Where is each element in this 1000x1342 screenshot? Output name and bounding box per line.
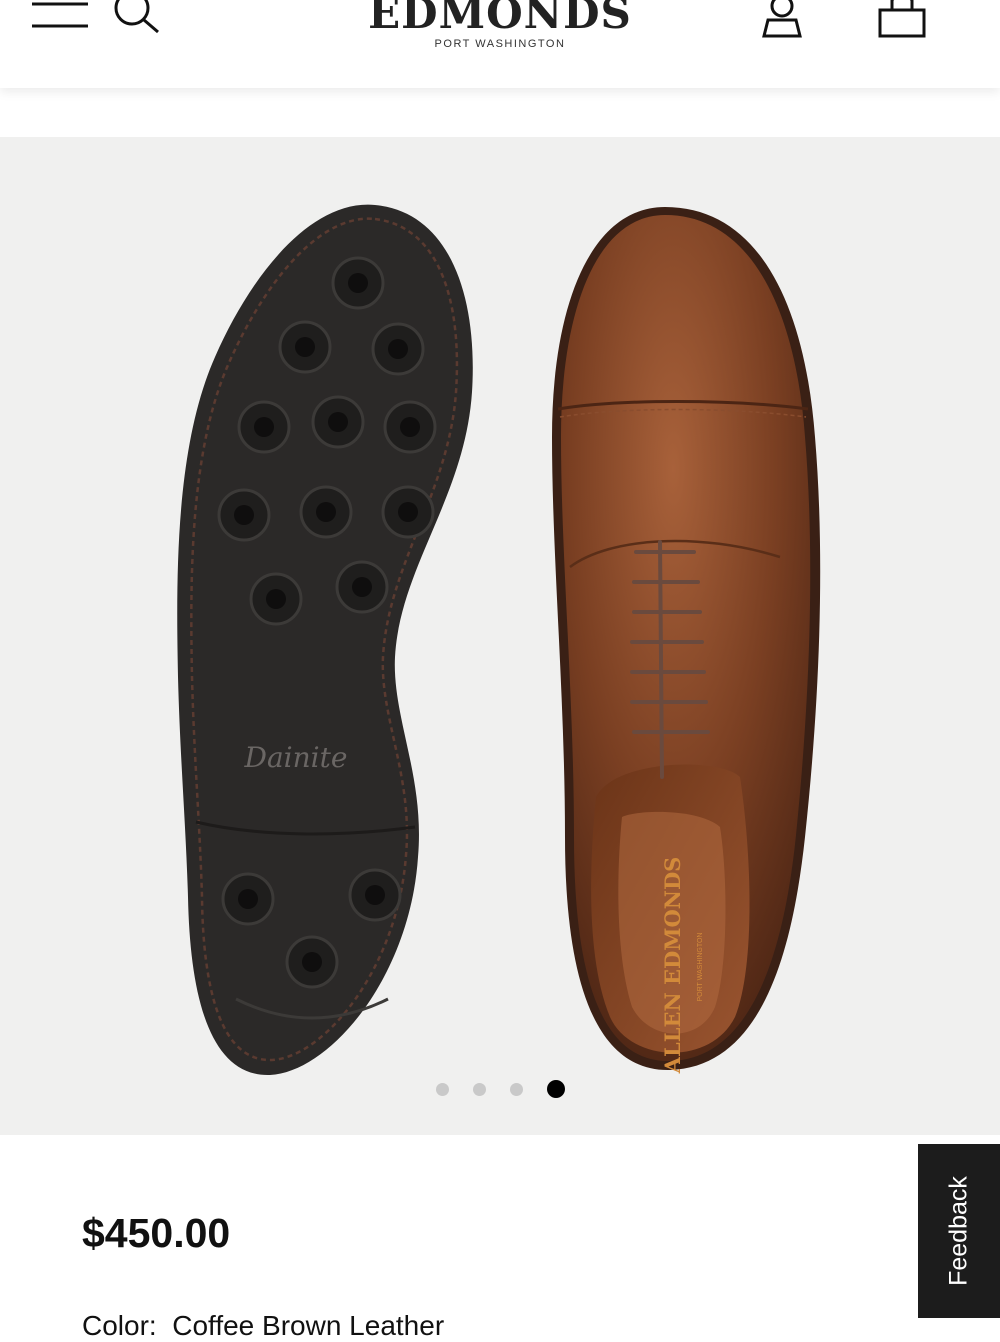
- feedback-button[interactable]: Feedback: [918, 1144, 1000, 1318]
- search-icon[interactable]: [108, 0, 164, 36]
- shoe-upper: ALLEN EDMONDS PORT WASHINGTON: [552, 207, 821, 1075]
- brand-logo[interactable]: EDMONDS PORT WASHINGTON: [300, 0, 700, 50]
- sole-brand-text: Dainite: [244, 741, 348, 774]
- brand-location: PORT WASHINGTON: [434, 38, 566, 50]
- insole-sub-text: PORT WASHINGTON: [697, 933, 704, 1002]
- carousel-dot-3[interactable]: [509, 1082, 523, 1096]
- brand-name: EDMONDS: [368, 0, 632, 38]
- color-value: Coffee Brown Leather: [172, 1310, 445, 1341]
- shoe-sole: Dainite: [177, 204, 473, 1076]
- product-color: Color: Coffee Brown Leather: [82, 1310, 444, 1342]
- account-icon[interactable]: [756, 0, 808, 40]
- carousel-dot-1[interactable]: [435, 1082, 449, 1096]
- product-image: Dainite ALLEN EDMONDS PORT WASHINGTON: [177, 204, 821, 1076]
- site-header: EDMONDS PORT WASHINGTON: [0, 0, 1000, 88]
- carousel-dot-4-active[interactable]: [546, 1080, 565, 1098]
- menu-icon[interactable]: [30, 0, 90, 32]
- product-image-gallery[interactable]: Dainite ALLEN EDMONDS PORT WASHINGTON: [0, 137, 1000, 1135]
- carousel-pagination: [0, 1080, 1000, 1098]
- insole-brand-text: ALLEN EDMONDS: [660, 857, 685, 1075]
- carousel-dot-2[interactable]: [472, 1082, 486, 1096]
- shopping-bag-icon[interactable]: [874, 0, 930, 40]
- product-price: $450.00: [82, 1210, 231, 1256]
- color-label: Color:: [82, 1310, 157, 1341]
- feedback-label: Feedback: [944, 1176, 973, 1286]
